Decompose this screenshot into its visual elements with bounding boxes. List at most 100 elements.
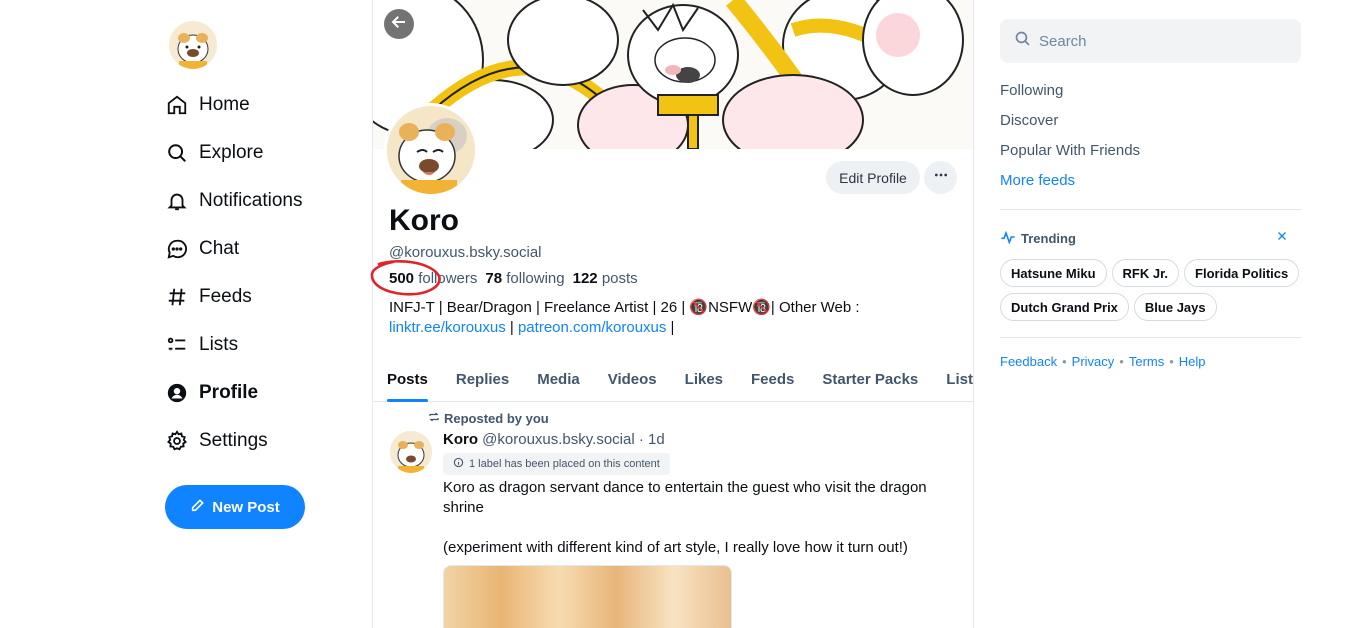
repost-indicator: Reposted by you (428, 411, 549, 426)
trending-topic[interactable]: Blue Jays (1133, 293, 1217, 321)
followers-label: followers (418, 270, 478, 287)
post-text: Koro as dragon servant dance to entertai… (443, 479, 927, 556)
profile-avatar[interactable] (384, 103, 478, 197)
trending-icon (1000, 230, 1016, 247)
gear-icon (165, 429, 189, 453)
nav-feeds-label: Feeds (199, 286, 252, 307)
post-author-avatar[interactable] (390, 431, 432, 473)
post-image[interactable] (443, 565, 732, 628)
nav-lists[interactable]: Lists (165, 328, 238, 362)
search-bar[interactable] (1000, 19, 1301, 63)
nav-notifications-label: Notifications (199, 190, 303, 211)
right-sidebar: Following Discover Popular With Friends … (1000, 0, 1301, 628)
following-count: 78 (485, 270, 503, 287)
post-author-handle[interactable]: @korouxus.bsky.social (482, 431, 635, 448)
new-post-button[interactable]: New Post (165, 485, 305, 529)
tab-media[interactable]: Media (537, 356, 580, 402)
tab-likes[interactable]: Likes (685, 356, 723, 402)
bio-text: INFJ-T | Bear/Dragon | Freelance Artist … (389, 299, 860, 316)
tab-replies[interactable]: Replies (456, 356, 509, 402)
user-avatar[interactable] (169, 21, 217, 69)
posts-stat: 122 posts (573, 270, 638, 287)
followers-count: 500 (389, 270, 415, 287)
nav-chat[interactable]: Chat (165, 232, 239, 266)
trending-topic[interactable]: RFK Jr. (1111, 259, 1180, 287)
search-icon (1014, 30, 1031, 52)
post-header: Koro @korouxus.bsky.social · 1d (443, 431, 665, 448)
separator-dot: • (1169, 354, 1174, 369)
nav-profile-label: Profile (199, 382, 259, 403)
tab-lists[interactable]: Lists (946, 356, 973, 402)
trending-topic[interactable]: Dutch Grand Prix (1000, 293, 1129, 321)
trending-topic[interactable]: Hatsune Miku (1000, 259, 1107, 287)
trending-title: Trending (1021, 231, 1076, 246)
nav-explore-label: Explore (199, 142, 264, 163)
content-label-text: 1 label has been placed on this content (469, 458, 660, 470)
trending-topics: Hatsune Miku RFK Jr. Florida Politics Du… (1000, 259, 1301, 321)
divider (1000, 337, 1301, 338)
bio-end: | (666, 319, 675, 336)
nav-settings-label: Settings (199, 430, 268, 451)
footer-links: Feedback • Privacy • Terms • Help (1000, 354, 1206, 369)
profile-column: Edit Profile Koro @korouxus.bsky.social … (372, 0, 974, 628)
home-icon (165, 93, 189, 117)
post-author-name[interactable]: Koro (443, 431, 478, 448)
tab-videos[interactable]: Videos (608, 356, 657, 402)
followers-link[interactable]: 500 followers (389, 270, 477, 287)
feed-link-popular-with-friends[interactable]: Popular With Friends (1000, 142, 1140, 159)
compose-icon (190, 497, 206, 517)
left-navigation: Home Explore Notifications Chat Feeds Li… (0, 0, 372, 628)
nav-settings[interactable]: Settings (165, 424, 268, 458)
feed-link-discover[interactable]: Discover (1000, 112, 1058, 129)
post-time[interactable]: · 1d (635, 431, 665, 448)
nav-home[interactable]: Home (165, 88, 250, 122)
nav-profile[interactable]: Profile (165, 376, 258, 410)
list-icon (165, 333, 189, 357)
back-button[interactable] (384, 9, 414, 39)
divider (1000, 209, 1301, 210)
hash-icon (165, 285, 189, 309)
nav-explore[interactable]: Explore (165, 136, 263, 170)
new-post-label: New Post (212, 498, 280, 516)
arrow-left-icon (390, 13, 408, 36)
following-label: following (506, 270, 565, 287)
repost-icon (428, 411, 440, 426)
feedback-link[interactable]: Feedback (1000, 354, 1057, 369)
close-icon[interactable] (1276, 230, 1288, 245)
feed-link-following[interactable]: Following (1000, 82, 1063, 99)
separator-dot: • (1062, 354, 1067, 369)
profile-bio: INFJ-T | Bear/Dragon | Freelance Artist … (389, 298, 949, 338)
nav-notifications[interactable]: Notifications (165, 184, 303, 218)
bell-icon (165, 189, 189, 213)
bio-separator: | (505, 319, 518, 336)
info-icon (453, 457, 464, 471)
ellipsis-icon (933, 167, 949, 188)
search-input[interactable] (1039, 32, 1279, 50)
nav-chat-label: Chat (199, 238, 240, 259)
trending-topic[interactable]: Florida Politics (1184, 259, 1300, 287)
help-link[interactable]: Help (1179, 354, 1206, 369)
profile-stats: 500 followers 78 following 122 posts (389, 270, 638, 287)
search-icon (165, 141, 189, 165)
trending-header: Trending (1000, 230, 1301, 247)
more-feeds-link[interactable]: More feeds (1000, 172, 1075, 189)
terms-link[interactable]: Terms (1129, 354, 1164, 369)
posts-label: posts (601, 270, 638, 287)
tab-feeds[interactable]: Feeds (751, 356, 794, 402)
content-label-notice[interactable]: 1 label has been placed on this content (443, 453, 670, 475)
profile-handle: @korouxus.bsky.social (389, 244, 542, 261)
edit-profile-button[interactable]: Edit Profile (826, 161, 920, 194)
more-options-button[interactable] (924, 161, 957, 194)
repost-label: Reposted by you (444, 411, 549, 426)
user-icon (165, 381, 189, 405)
privacy-link[interactable]: Privacy (1072, 354, 1115, 369)
nav-feeds[interactable]: Feeds (165, 280, 252, 314)
tab-starter-packs[interactable]: Starter Packs (822, 356, 918, 402)
chat-icon (165, 237, 189, 261)
tab-posts[interactable]: Posts (387, 356, 428, 402)
following-link[interactable]: 78 following (485, 270, 564, 287)
bio-link-patreon[interactable]: patreon.com/korouxus (518, 319, 666, 336)
nav-lists-label: Lists (199, 334, 239, 355)
profile-display-name: Koro (389, 204, 459, 237)
bio-link-linktree[interactable]: linktr.ee/korouxus (389, 319, 506, 336)
